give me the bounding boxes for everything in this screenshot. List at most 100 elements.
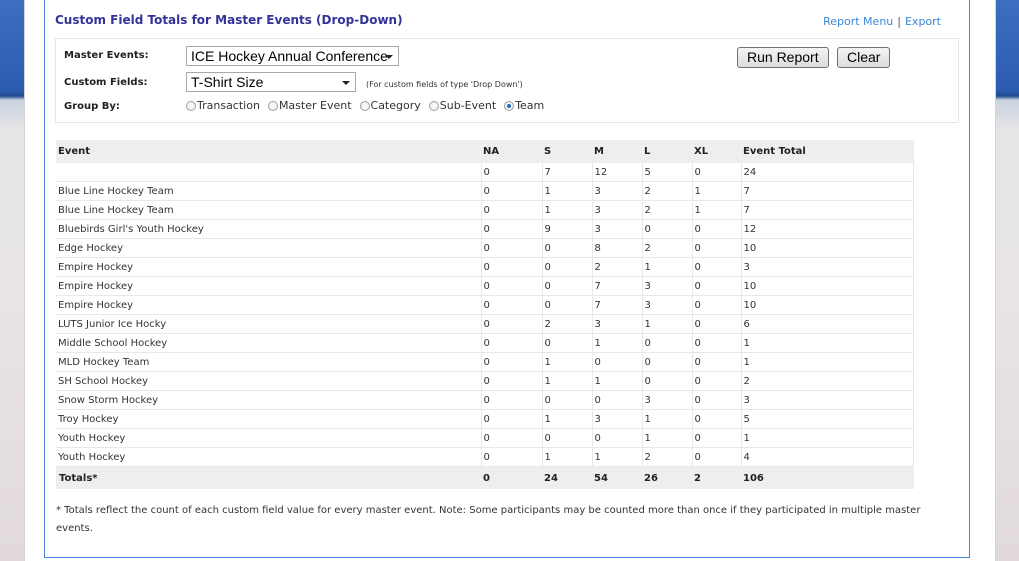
cell-s: 1 [541, 371, 592, 391]
cell-s: 1 [541, 447, 592, 467]
column-header-xl: XL [692, 140, 741, 163]
total-na: 0 [481, 466, 542, 489]
radio-icon[interactable] [359, 100, 370, 111]
cell-s: 0 [541, 276, 592, 296]
cell-event-total: 4 [740, 447, 914, 467]
cell-na: 0 [480, 200, 542, 220]
cell-m: 3 [591, 409, 642, 429]
report-menu-link[interactable]: Report Menu [823, 15, 893, 28]
cell-l: 0 [641, 219, 692, 239]
group-by-team[interactable]: Team [504, 99, 544, 112]
cell-xl: 1 [691, 200, 741, 220]
table-row: SH School Hockey 0 1 1 0 0 2 [56, 371, 914, 391]
cell-l: 3 [641, 390, 692, 410]
table-row: Bluebirds Girl's Youth Hockey 0 9 3 0 0 12 [56, 219, 914, 239]
cell-s: 0 [541, 295, 592, 315]
cell-event-total: 1 [740, 352, 914, 372]
cell-m: 3 [591, 181, 642, 201]
chevron-down-icon [385, 55, 393, 59]
cell-xl: 0 [691, 295, 741, 315]
page-background-right [995, 0, 1019, 561]
radio-icon[interactable] [428, 100, 439, 111]
cell-m: 0 [591, 352, 642, 372]
table-row: 0 7 12 5 0 24 [56, 163, 914, 182]
cell-event: Youth Hockey [56, 447, 481, 467]
cell-s: 7 [541, 163, 592, 182]
cell-xl: 0 [691, 371, 741, 391]
cell-na: 0 [480, 390, 542, 410]
cell-l: 5 [641, 163, 692, 182]
cell-l: 2 [641, 238, 692, 258]
footnote: * Totals reflect the count of each custo… [56, 505, 921, 534]
cell-xl: 1 [691, 181, 741, 201]
group-by-master-event[interactable]: Master Event [267, 99, 352, 112]
column-header-s: S [542, 140, 592, 163]
export-link[interactable]: Export [905, 15, 941, 28]
cell-event: SH School Hockey [56, 371, 481, 391]
cell-l: 1 [641, 314, 692, 334]
table-header-row: Event NA S M L XL Event Total [56, 140, 914, 163]
table-row: Empire Hockey 0 0 7 3 0 10 [56, 295, 914, 315]
cell-event-total: 24 [740, 163, 914, 182]
total-l: 26 [642, 466, 692, 489]
cell-na: 0 [480, 428, 542, 448]
cell-l: 1 [641, 409, 692, 429]
totals-label: Totals* [56, 466, 481, 489]
group-by-label: Group By: [64, 101, 120, 112]
cell-m: 7 [591, 295, 642, 315]
custom-fields-hint: (For custom fields of type 'Drop Down') [366, 80, 523, 89]
cell-m: 12 [591, 163, 642, 182]
master-events-label: Master Events: [64, 50, 149, 61]
radio-label: Category [370, 99, 421, 112]
radio-icon[interactable] [186, 100, 196, 111]
radio-label: Transaction [197, 99, 260, 112]
cell-event-total: 7 [740, 200, 914, 220]
cell-event-total: 5 [740, 409, 914, 429]
custom-fields-value: T-Shirt Size [191, 74, 264, 90]
clear-button[interactable]: Clear [837, 47, 891, 68]
cell-xl: 0 [691, 447, 741, 467]
cell-na: 0 [480, 219, 542, 239]
cell-m: 7 [591, 276, 642, 296]
cell-event: Empire Hockey [56, 295, 481, 315]
cell-na: 0 [480, 276, 542, 296]
group-by-sub-event[interactable]: Sub-Event [428, 99, 496, 112]
custom-fields-select[interactable]: T-Shirt Size [186, 72, 356, 92]
group-by-transaction[interactable]: Transaction [186, 99, 260, 112]
total-xl: 2 [692, 466, 741, 489]
group-by-category[interactable]: Category [359, 99, 421, 112]
cell-l: 0 [641, 333, 692, 353]
cell-event-total: 6 [740, 314, 914, 334]
master-events-select[interactable]: ICE Hockey Annual Conference [186, 46, 399, 66]
run-report-button[interactable]: Run Report [737, 47, 829, 68]
column-header-l: L [642, 140, 692, 163]
cell-event: LUTS Junior Ice Hocky [56, 314, 481, 334]
cell-na: 0 [480, 295, 542, 315]
radio-selected-icon[interactable] [504, 100, 515, 111]
table-row: Edge Hockey 0 0 8 2 0 10 [56, 238, 914, 258]
report-panel: Custom Field Totals for Master Events (D… [44, 0, 970, 558]
cell-l: 3 [641, 295, 692, 315]
cell-na: 0 [480, 352, 542, 372]
cell-xl: 0 [691, 238, 741, 258]
cell-event-total: 10 [740, 238, 914, 258]
cell-s: 1 [541, 409, 592, 429]
radio-icon[interactable] [267, 100, 278, 111]
cell-xl: 0 [691, 352, 741, 372]
cell-event-total: 12 [740, 219, 914, 239]
cell-event: Middle School Hockey [56, 333, 481, 353]
top-links: Report Menu | Export [823, 15, 941, 28]
cell-m: 1 [591, 447, 642, 467]
table-row: Blue Line Hockey Team 0 1 3 2 1 7 [56, 200, 914, 220]
cell-event: Blue Line Hockey Team [56, 200, 481, 220]
table-row: Middle School Hockey 0 0 1 0 0 1 [56, 333, 914, 353]
cell-event-total: 2 [740, 371, 914, 391]
page-background-left [0, 0, 25, 561]
cell-l: 0 [641, 371, 692, 391]
cell-event: Empire Hockey [56, 257, 481, 277]
cell-xl: 0 [691, 314, 741, 334]
cell-na: 0 [480, 409, 542, 429]
cell-na: 0 [480, 314, 542, 334]
cell-s: 0 [541, 333, 592, 353]
cell-m: 0 [591, 428, 642, 448]
